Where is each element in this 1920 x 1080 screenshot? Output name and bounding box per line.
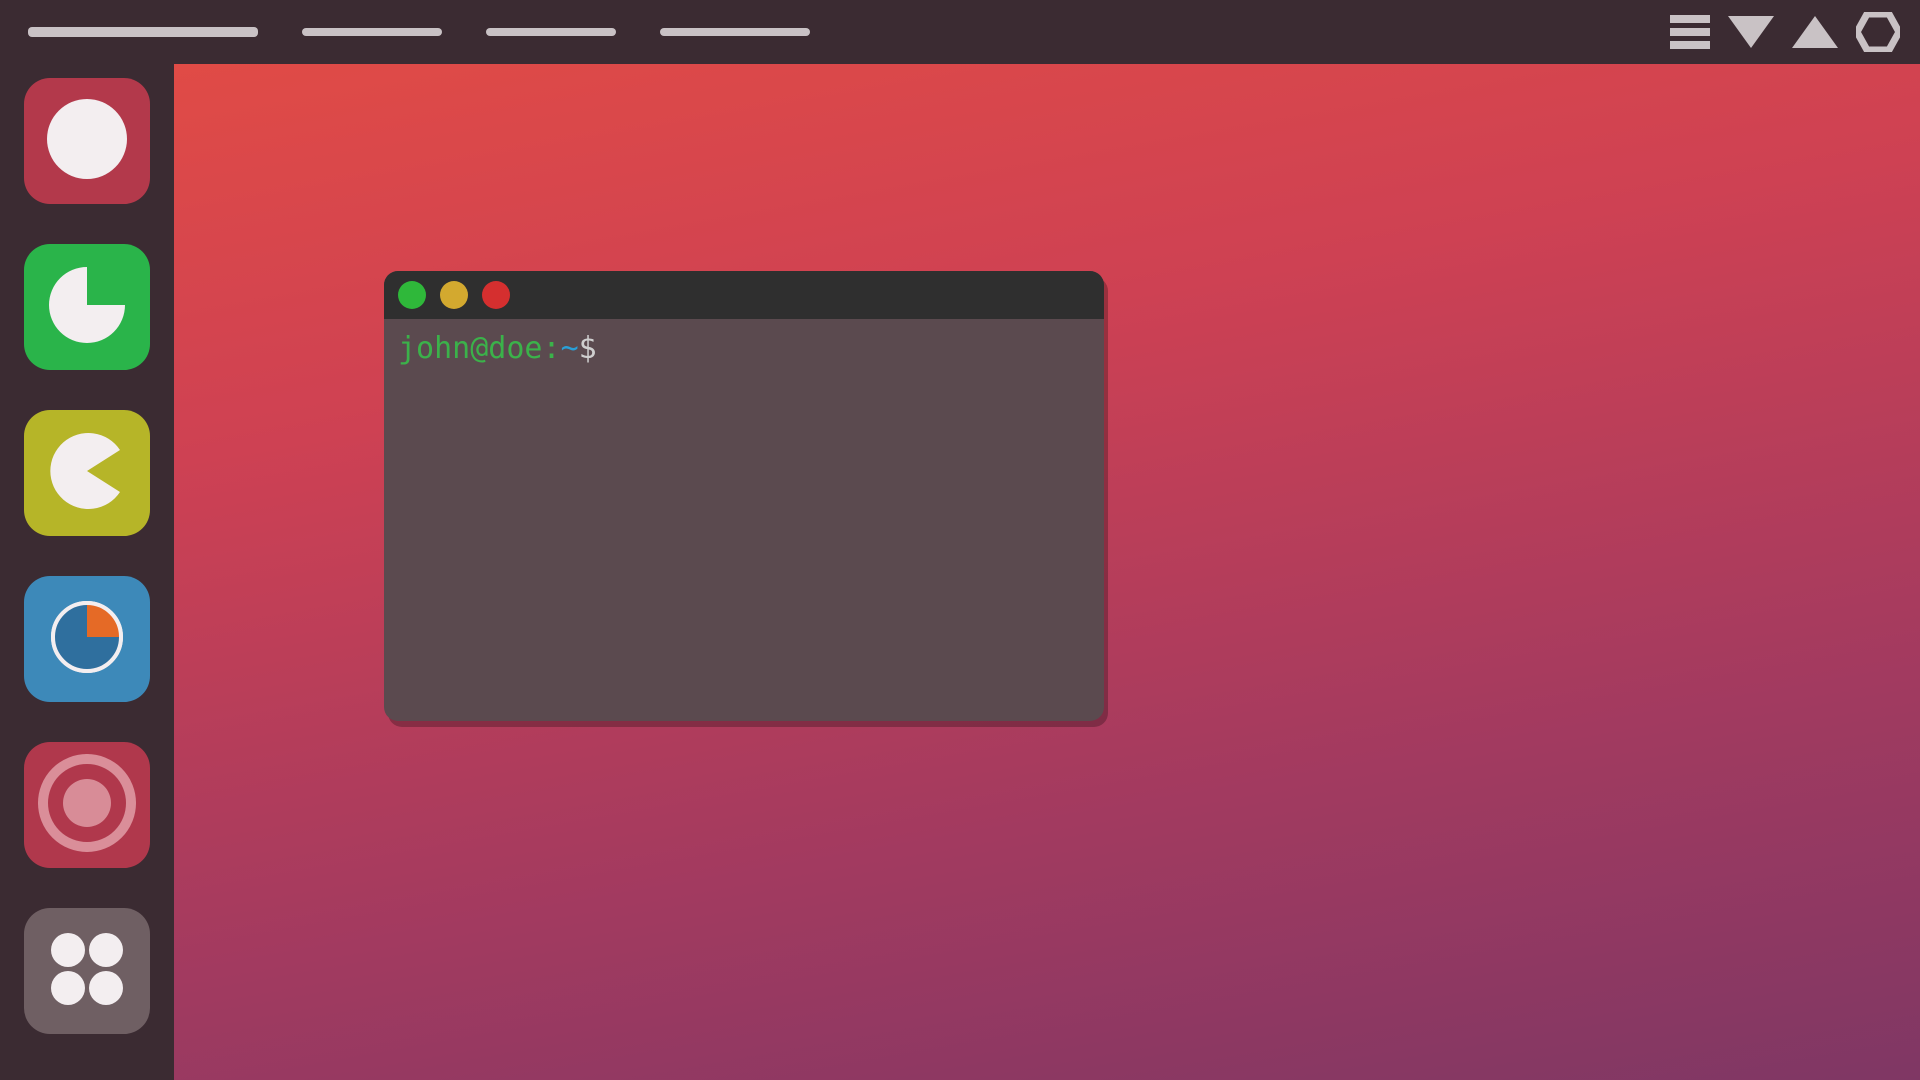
app-pie-green[interactable] xyxy=(24,244,150,370)
app-pac-olive[interactable] xyxy=(24,410,150,536)
terminal-window[interactable]: john@doe:~$ xyxy=(384,271,1104,721)
terminal-body[interactable]: john@doe:~$ xyxy=(384,319,1104,721)
window-titlebar[interactable] xyxy=(384,271,1104,319)
menu-placeholder[interactable] xyxy=(302,28,442,36)
pac-icon xyxy=(46,430,128,517)
prompt-user-host: john@doe: xyxy=(398,331,561,366)
triangle-down-icon[interactable] xyxy=(1728,14,1774,50)
circle-icon xyxy=(46,98,128,185)
pie-small-icon xyxy=(46,596,128,683)
app-ring[interactable] xyxy=(24,742,150,868)
top-menu xyxy=(0,27,810,37)
window-minimize-button[interactable] xyxy=(440,281,468,309)
hexagon-icon[interactable] xyxy=(1856,12,1900,52)
app-circle[interactable] xyxy=(24,78,150,204)
app-pie-blue[interactable] xyxy=(24,576,150,702)
menu-placeholder[interactable] xyxy=(660,28,810,36)
menu-placeholder[interactable] xyxy=(486,28,616,36)
window-maximize-button[interactable] xyxy=(482,281,510,309)
menu-placeholder[interactable] xyxy=(28,27,258,37)
status-area xyxy=(1670,12,1920,52)
window-close-button[interactable] xyxy=(398,281,426,309)
launcher-dock xyxy=(0,64,174,1080)
ring-dot-icon xyxy=(37,753,137,858)
prompt-symbol: $ xyxy=(579,331,597,366)
desktop[interactable]: john@doe:~$ xyxy=(174,64,1920,1080)
four-dots-icon xyxy=(44,926,130,1017)
menu-icon[interactable] xyxy=(1670,15,1710,49)
top-bar xyxy=(0,0,1920,64)
pie-quarter-icon xyxy=(46,264,128,351)
prompt-path: ~ xyxy=(561,331,579,366)
triangle-up-icon[interactable] xyxy=(1792,14,1838,50)
app-dots[interactable] xyxy=(24,908,150,1034)
